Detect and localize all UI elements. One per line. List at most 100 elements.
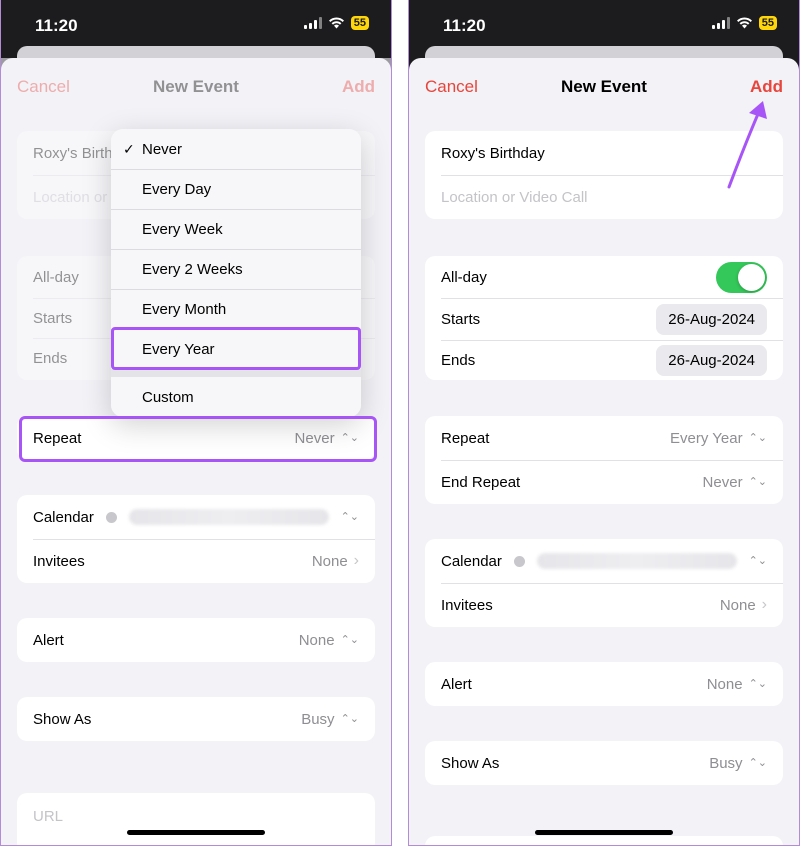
alert-row[interactable]: Alert None ⌃⌄ xyxy=(17,618,375,662)
menu-item-label: Never xyxy=(142,140,183,158)
alert-value-wrap: None ⌃⌄ xyxy=(299,632,359,649)
add-button[interactable]: Add xyxy=(342,77,375,97)
chevron-updown-icon: ⌃⌄ xyxy=(340,431,359,444)
add-button[interactable]: Add xyxy=(750,77,783,97)
show-as-group: Show As Busy ⌃⌄ xyxy=(425,741,783,785)
status-time: 11:20 xyxy=(443,16,486,35)
title-value: Roxy's Birth xyxy=(33,144,113,162)
menu-item-label: Every Year xyxy=(142,340,215,358)
home-indicator xyxy=(127,830,265,835)
menu-item-never[interactable]: ✓ Never xyxy=(111,129,361,169)
chevron-updown-icon: ⌃⌄ xyxy=(748,756,767,769)
repeat-row[interactable]: Repeat Never ⌃⌄ xyxy=(17,416,375,460)
invitees-row[interactable]: Invitees None › xyxy=(425,583,783,627)
menu-item-custom[interactable]: Custom xyxy=(111,377,361,417)
allday-label: All-day xyxy=(33,268,79,286)
page-title: New Event xyxy=(153,77,239,96)
status-icons: 55 xyxy=(303,16,369,30)
repeat-value-wrap: Every Year ⌃⌄ xyxy=(670,430,767,447)
wifi-icon xyxy=(328,17,344,29)
nav-bar: Cancel New Event Add xyxy=(409,58,799,114)
url-group: URL xyxy=(17,793,375,845)
allday-label: All-day xyxy=(441,268,487,286)
show-as-row[interactable]: Show As Busy ⌃⌄ xyxy=(425,741,783,785)
alert-value: None xyxy=(298,631,335,649)
checkmark-icon: ✓ xyxy=(123,140,135,157)
chevron-updown-icon: ⌃⌄ xyxy=(748,431,767,444)
menu-item-label: Every Week xyxy=(142,220,223,238)
left-screen: 11:20 55 Cancel New Event Add Roxy's Bir… xyxy=(0,0,392,846)
status-icons: 55 xyxy=(711,16,777,30)
menu-item-every-month[interactable]: Every Month xyxy=(111,289,361,329)
chevron-updown-icon: ⌃⌄ xyxy=(340,712,359,725)
menu-item-every-day[interactable]: Every Day xyxy=(111,169,361,209)
calendar-account-redacted xyxy=(128,509,329,525)
show-as-group: Show As Busy ⌃⌄ xyxy=(17,697,375,741)
invitees-label: Invitees xyxy=(441,596,493,614)
allday-toggle[interactable] xyxy=(716,261,767,293)
repeat-label: Repeat xyxy=(33,429,82,447)
calendar-label: Calendar xyxy=(441,552,502,570)
invitees-row[interactable]: Invitees None › xyxy=(17,539,375,583)
starts-label: Starts xyxy=(33,309,73,327)
chevron-updown-icon: ⌃⌄ xyxy=(340,633,359,646)
calendar-row[interactable]: Calendar ⌃⌄ xyxy=(425,539,783,583)
repeat-label: Repeat xyxy=(441,429,490,447)
invitees-value: None xyxy=(311,552,348,570)
end-repeat-row[interactable]: End Repeat Never ⌃⌄ xyxy=(425,460,783,504)
show-as-value-wrap: Busy ⌃⌄ xyxy=(301,711,359,728)
repeat-menu: ✓ Never Every Day Every Week Every 2 Wee… xyxy=(111,129,361,417)
alert-value: None xyxy=(706,675,743,693)
starts-label: Starts xyxy=(441,310,481,328)
menu-item-label: Every 2 Weeks xyxy=(142,260,243,278)
repeat-row[interactable]: Repeat Every Year ⌃⌄ xyxy=(425,416,783,460)
alert-row[interactable]: Alert None ⌃⌄ xyxy=(425,662,783,706)
menu-item-every-2-weeks[interactable]: Every 2 Weeks xyxy=(111,249,361,289)
location-placeholder: Location or Video Call xyxy=(441,188,588,206)
alert-value-wrap: None ⌃⌄ xyxy=(707,676,767,693)
right-screen: 11:20 55 Cancel New Event Add Roxy's Bir… xyxy=(408,0,800,846)
location-field[interactable]: Location or Video Call xyxy=(425,175,783,219)
ends-label: Ends xyxy=(441,351,476,369)
home-indicator xyxy=(535,830,673,835)
starts-date-button[interactable]: 26-Aug-2024 xyxy=(656,303,767,335)
show-as-label: Show As xyxy=(33,710,92,728)
menu-item-every-week[interactable]: Every Week xyxy=(111,209,361,249)
title-field[interactable]: Roxy's Birthday xyxy=(425,131,783,175)
starts-row[interactable]: Starts 26-Aug-2024 xyxy=(425,298,783,340)
calendar-row[interactable]: Calendar ⌃⌄ xyxy=(17,495,375,539)
allday-row[interactable]: All-day xyxy=(425,256,783,298)
page-title: New Event xyxy=(561,77,647,96)
calendar-group: Calendar ⌃⌄ Invitees None › xyxy=(17,495,375,583)
ends-row[interactable]: Ends 26-Aug-2024 xyxy=(425,340,783,380)
url-placeholder: URL xyxy=(33,807,64,825)
invitees-value-wrap: None › xyxy=(720,596,767,614)
chevron-updown-icon: ⌃⌄ xyxy=(748,475,767,488)
battery-icon: 55 xyxy=(350,16,369,30)
chevron-updown-icon: ⌃⌄ xyxy=(748,554,767,567)
menu-item-label: Custom xyxy=(142,388,194,406)
ends-date-button[interactable]: 26-Aug-2024 xyxy=(656,344,767,376)
invitees-label: Invitees xyxy=(33,552,85,570)
menu-item-label: Every Month xyxy=(142,300,227,318)
ends-label: Ends xyxy=(33,349,68,367)
repeat-group: Repeat Never ⌃⌄ xyxy=(17,416,375,460)
status-time: 11:20 xyxy=(35,16,78,35)
title-value: Roxy's Birthday xyxy=(441,144,545,162)
location-placeholder: Location or xyxy=(33,188,108,206)
show-as-row[interactable]: Show As Busy ⌃⌄ xyxy=(17,697,375,741)
status-bar: 11:20 55 xyxy=(409,0,799,50)
alert-label: Alert xyxy=(33,631,64,649)
end-repeat-value: Never xyxy=(702,473,743,491)
calendar-group: Calendar ⌃⌄ Invitees None › xyxy=(425,539,783,627)
calendar-color-dot xyxy=(105,511,117,523)
calendar-color-dot xyxy=(513,555,525,567)
menu-item-every-year[interactable]: Every Year xyxy=(111,329,361,369)
new-event-sheet: Cancel New Event Add Roxy's Birthday Loc… xyxy=(409,58,799,845)
repeat-value-wrap: Never ⌃⌄ xyxy=(295,430,359,447)
show-as-value: Busy xyxy=(301,710,335,728)
alert-group: Alert None ⌃⌄ xyxy=(425,662,783,706)
end-repeat-value-wrap: Never ⌃⌄ xyxy=(703,474,767,491)
chevron-right-icon: › xyxy=(761,596,767,613)
show-as-label: Show As xyxy=(441,754,500,772)
